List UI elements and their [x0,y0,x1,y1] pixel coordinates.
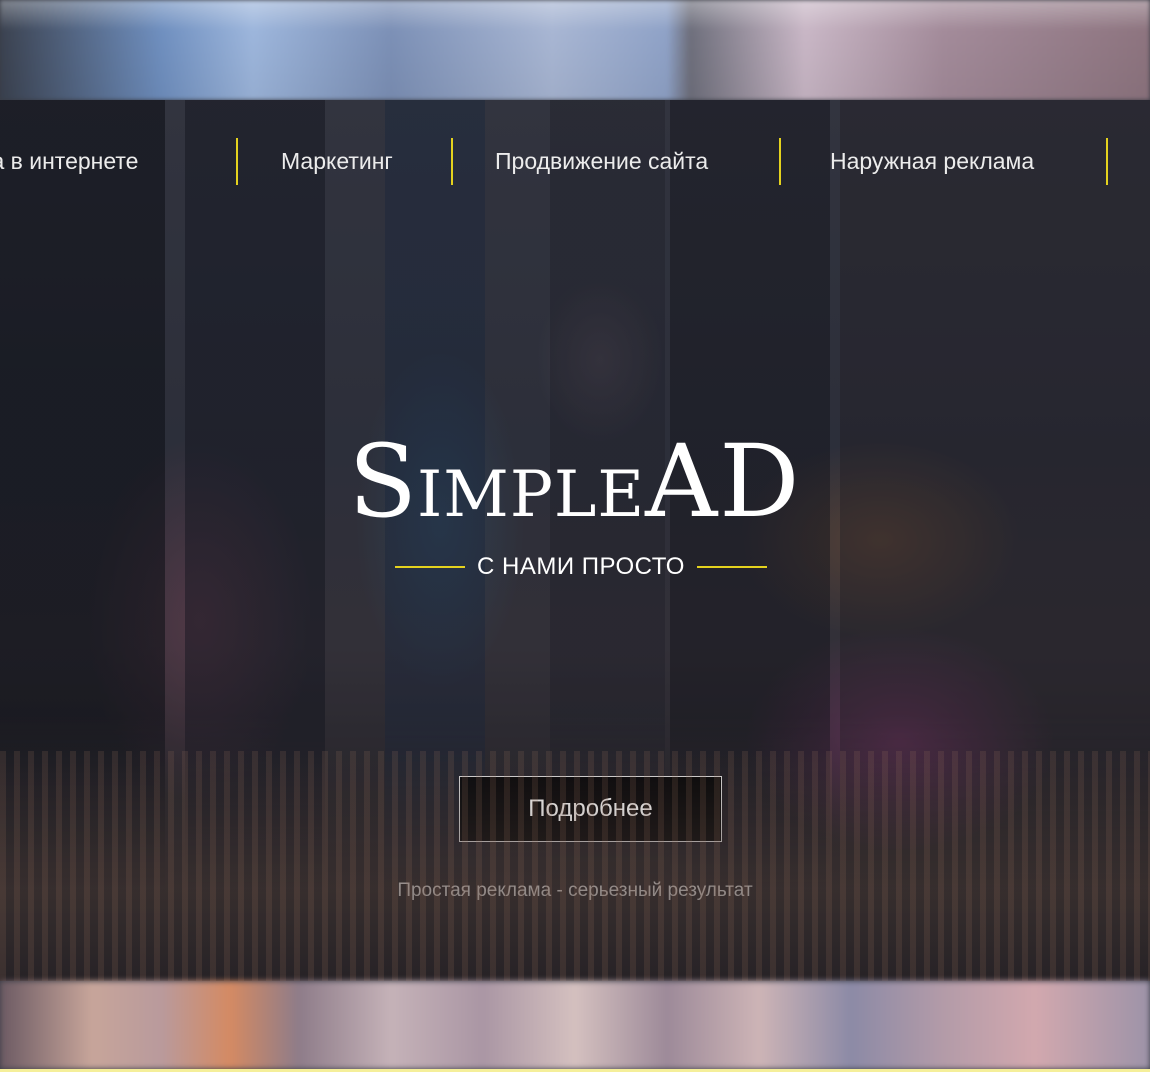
tagline-text: С НАМИ ПРОСТО [477,553,685,580]
nav-item-site-promotion[interactable]: Продвижение сайта [495,138,708,186]
hero-slogan: Простая реклама - серьезный результат [397,880,753,901]
bottom-accent-line [0,1069,1150,1082]
logo-ad: AD [645,423,802,540]
tagline-line-right [696,566,767,568]
nav-separator [451,138,453,185]
hero-section: Реклама в интернете Маркетинг Продвижени… [0,100,1150,981]
blurred-background-bottom [0,981,1150,1069]
brand-logo: SIMPLEAD [0,432,1150,532]
nav-item-marketing[interactable]: Маркетинг [281,138,393,186]
tagline-line-left [395,566,466,568]
hero-dark-overlay [0,100,1150,981]
main-navigation: Реклама в интернете Маркетинг Продвижени… [0,138,1150,186]
more-button[interactable]: Подробнее [459,776,722,842]
nav-item-outdoor-ads[interactable]: Наружная реклама [830,138,1034,186]
nav-separator [1106,138,1108,185]
logo-rest: IMPLE [417,458,646,532]
logo-initial: S [348,423,417,540]
nav-separator [236,138,238,185]
tagline: С НАМИ ПРОСТО [386,551,776,583]
nav-item-internet-ads[interactable]: Реклама в интернете [0,138,138,186]
nav-separator [779,138,781,185]
blurred-background-top [0,0,1150,100]
